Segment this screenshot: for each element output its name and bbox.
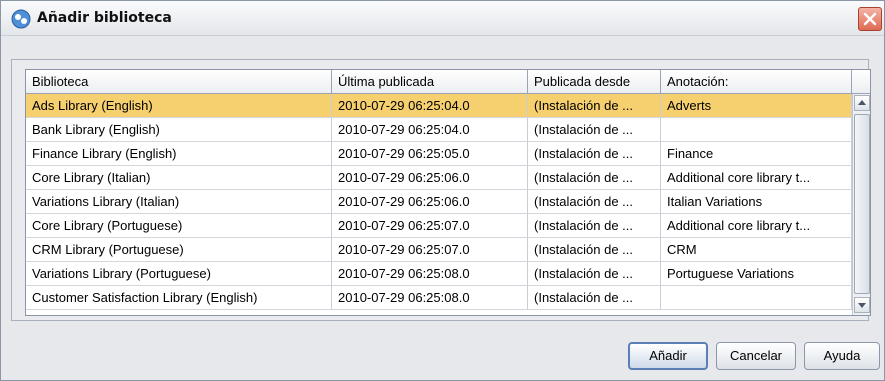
scroll-up-button[interactable] — [854, 95, 870, 111]
table-header: Biblioteca Última publicada Publicada de… — [26, 70, 870, 94]
annotation-cell: CRM — [661, 238, 852, 262]
column-header-annotation[interactable]: Anotación: — [661, 70, 852, 94]
last-published-cell: 2010-07-29 06:25:08.0 — [332, 286, 528, 310]
library-add-icon — [11, 9, 31, 29]
published-from-cell: (Instalación de ... — [528, 142, 661, 166]
library-table[interactable]: Biblioteca Última publicada Publicada de… — [25, 69, 871, 316]
annotation-cell: Italian Variations — [661, 190, 852, 214]
title-bar[interactable]: Añadir biblioteca — [1, 1, 884, 36]
published-from-cell: (Instalación de ... — [528, 166, 661, 190]
last-published-cell: 2010-07-29 06:25:08.0 — [332, 262, 528, 286]
last-published-cell: 2010-07-29 06:25:07.0 — [332, 238, 528, 262]
library-name-cell: Core Library (Portuguese) — [26, 214, 332, 238]
annotation-cell: Finance — [661, 142, 852, 166]
add-button[interactable]: Añadir — [628, 342, 708, 370]
library-name-cell: CRM Library (Portuguese) — [26, 238, 332, 262]
last-published-cell: 2010-07-29 06:25:07.0 — [332, 214, 528, 238]
arrow-up-icon — [858, 100, 866, 105]
annotation-cell — [661, 118, 852, 142]
published-from-cell: (Instalación de ... — [528, 190, 661, 214]
published-from-cell: (Instalación de ... — [528, 238, 661, 262]
close-icon — [863, 12, 877, 26]
close-button[interactable] — [858, 7, 882, 31]
last-published-cell: 2010-07-29 06:25:06.0 — [332, 190, 528, 214]
library-name-cell: Bank Library (English) — [26, 118, 332, 142]
table-row[interactable]: CRM Library (Portuguese) 2010-07-29 06:2… — [26, 238, 852, 262]
library-name-cell: Customer Satisfaction Library (English) — [26, 286, 332, 310]
table-row[interactable]: Bank Library (English) 2010-07-29 06:25:… — [26, 118, 852, 142]
annotation-cell: Additional core library t... — [661, 166, 852, 190]
published-from-cell: (Instalación de ... — [528, 214, 661, 238]
annotation-cell: Additional core library t... — [661, 214, 852, 238]
dialog-title: Añadir biblioteca — [37, 10, 172, 26]
table-row[interactable]: Variations Library (Portuguese) 2010-07-… — [26, 262, 852, 286]
annotation-cell: Portuguese Variations — [661, 262, 852, 286]
library-name-cell: Core Library (Italian) — [26, 166, 332, 190]
column-header-published-from[interactable]: Publicada desde — [528, 70, 661, 94]
annotation-cell — [661, 286, 852, 310]
published-from-cell: (Instalación de ... — [528, 286, 661, 310]
library-name-cell: Variations Library (Portuguese) — [26, 262, 332, 286]
table-row[interactable]: Core Library (Italian) 2010-07-29 06:25:… — [26, 166, 852, 190]
table-row[interactable]: Core Library (Portuguese) 2010-07-29 06:… — [26, 214, 852, 238]
table-row[interactable]: Customer Satisfaction Library (English) … — [26, 286, 852, 310]
published-from-cell: (Instalación de ... — [528, 94, 661, 118]
column-header-library[interactable]: Biblioteca — [26, 70, 332, 94]
last-published-cell: 2010-07-29 06:25:04.0 — [332, 118, 528, 142]
table-row[interactable]: Ads Library (English) 2010-07-29 06:25:0… — [26, 94, 852, 118]
published-from-cell: (Instalación de ... — [528, 262, 661, 286]
last-published-cell: 2010-07-29 06:25:06.0 — [332, 166, 528, 190]
arrow-down-icon — [858, 303, 866, 308]
last-published-cell: 2010-07-29 06:25:05.0 — [332, 142, 528, 166]
column-header-last-published[interactable]: Última publicada — [332, 70, 528, 94]
library-name-cell: Variations Library (Italian) — [26, 190, 332, 214]
add-library-dialog: Añadir biblioteca Biblioteca Última publ… — [0, 0, 885, 381]
help-button[interactable]: Ayuda — [804, 342, 880, 370]
annotation-cell: Adverts — [661, 94, 852, 118]
published-from-cell: (Instalación de ... — [528, 118, 661, 142]
scroll-thumb[interactable] — [854, 114, 870, 294]
last-published-cell: 2010-07-29 06:25:04.0 — [332, 94, 528, 118]
table-row[interactable]: Variations Library (Italian) 2010-07-29 … — [26, 190, 852, 214]
library-name-cell: Ads Library (English) — [26, 94, 332, 118]
table-row[interactable]: Finance Library (English) 2010-07-29 06:… — [26, 142, 852, 166]
library-name-cell: Finance Library (English) — [26, 142, 332, 166]
scroll-down-button[interactable] — [854, 297, 870, 313]
cancel-button[interactable]: Cancelar — [716, 342, 796, 370]
vertical-scrollbar[interactable] — [852, 94, 870, 315]
